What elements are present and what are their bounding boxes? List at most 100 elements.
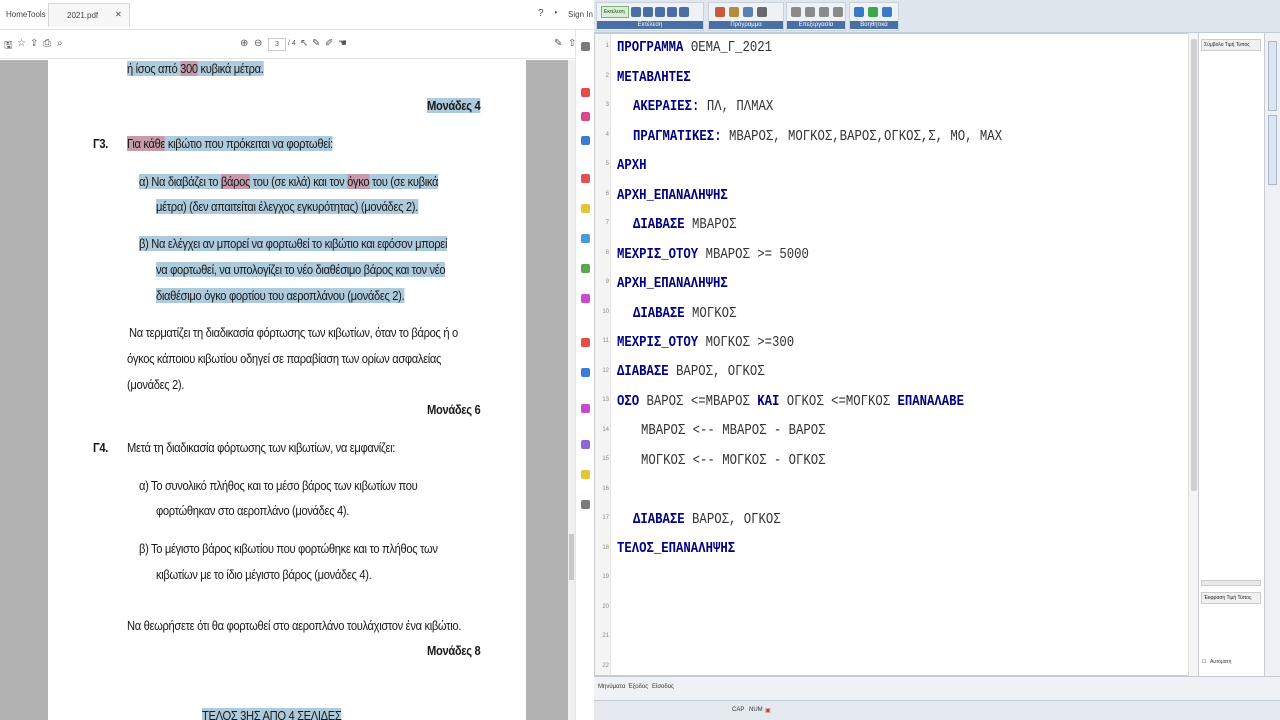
side-tab-watch[interactable] <box>1268 115 1277 185</box>
pause-icon[interactable] <box>643 7 653 17</box>
code-line[interactable]: ΜΕΧΡΙΣ_ΟΤΟΥ ΜΟΓΚΟΣ >=300 <box>617 334 794 351</box>
line-number: 3 <box>605 102 609 108</box>
toolbar-group-label: Πρόγραμμα <box>709 21 783 29</box>
code-line[interactable]: ΑΡΧΗ <box>617 157 647 174</box>
text-line: όγκος κάποιου κιβωτίου οδηγεί σε παραβία… <box>127 351 442 366</box>
code-line[interactable]: ΔΙΑΒΑΣΕ ΜΒΑΡΟΣ <box>633 216 736 233</box>
paste-icon[interactable] <box>819 7 829 17</box>
pdf-scrollbar-thumb[interactable] <box>569 534 574 580</box>
search-icon[interactable] <box>581 42 590 51</box>
zoom-icon[interactable]: ⌕ <box>57 38 63 49</box>
text-line: μέτρα) (δεν απαιτείται έλεγχος εγκυρότητ… <box>156 199 418 214</box>
editor-scrollbar-thumb[interactable] <box>1191 39 1197 491</box>
redact-icon[interactable] <box>581 404 590 413</box>
compress-icon[interactable] <box>581 264 590 273</box>
page-down-icon[interactable]: ⊖ <box>254 38 262 49</box>
undo-icon[interactable] <box>833 7 843 17</box>
marks-6: Μονάδες 6 <box>427 402 481 417</box>
home-tab[interactable]: Home <box>6 10 27 19</box>
print-icon[interactable] <box>757 7 767 17</box>
code-line[interactable]: ΑΡΧΗ_ΕΠΑΝΑΛΗΨΗΣ <box>617 275 728 292</box>
upload-icon[interactable]: ⇪ <box>30 38 38 49</box>
code-line[interactable]: ΜΕΤΑΒΛΗΤΕΣ <box>617 69 691 86</box>
code-line[interactable]: ΔΙΑΒΑΣΕ ΒΑΡΟΣ, ΟΓΚΟΣ <box>633 511 781 528</box>
more-tools-icon[interactable] <box>581 500 590 509</box>
cut-icon[interactable] <box>791 7 801 17</box>
tab-input[interactable]: Είσοδος <box>652 684 674 690</box>
star-icon[interactable]: ☆ <box>17 38 26 49</box>
page-up-icon[interactable]: ⊕ <box>240 38 248 49</box>
text-line: φορτώθηκαν στο αεροπλάνο (μονάδες 4). <box>156 503 350 518</box>
pdf-page: ή ίσος από 300 κυβικά μέτρα. Μονάδες 4 Γ… <box>48 60 526 720</box>
tools-tab[interactable]: Tools <box>27 10 46 19</box>
text-line: ή ίσος από 300 κυβικά μέτρα. <box>127 61 264 76</box>
create-pdf-icon[interactable] <box>581 112 590 121</box>
page-number-input[interactable]: 3 <box>268 38 286 51</box>
step-over-icon[interactable] <box>667 7 677 17</box>
code-line[interactable]: ΑΡΧΗ_ΕΠΑΝΑΛΗΨΗΣ <box>617 187 728 204</box>
line-number: 20 <box>602 603 609 610</box>
fill-sign-icon[interactable] <box>581 338 590 347</box>
code-line[interactable]: ΟΣΟ ΒΑΡΟΣ <=ΜΒΑΡΟΣ ΚΑΙ ΟΓΚΟΣ <=ΜΟΓΚΟΣ ΕΠ… <box>617 393 964 410</box>
code-line[interactable]: ΜΕΧΡΙΣ_ΟΤΟΥ ΜΒΑΡΟΣ >= 5000 <box>617 246 809 263</box>
code-editor[interactable]: 1 2 3 4 5 6 7 8 9 10 11 12 13 14 15 16 17 18 19 20 21 22 ΠΡΟΓ… <box>594 33 1198 676</box>
code-line[interactable]: ΜΒΑΡΟΣ <-- ΜΒΑΡΟΣ - ΒΑΡΟΣ <box>641 422 826 439</box>
pdf-scrollbar[interactable] <box>568 60 575 720</box>
breakpoint-icon[interactable] <box>679 7 689 17</box>
question-g3-label: Γ3. <box>93 136 109 151</box>
copy-icon[interactable] <box>805 7 815 17</box>
toolbar-group-label: Εκτέλεση <box>597 21 703 29</box>
tab-messages[interactable]: Μηνύματα <box>598 684 625 690</box>
edit-icon[interactable]: ✎ <box>554 38 562 49</box>
measure-icon[interactable] <box>581 440 590 449</box>
hand-icon[interactable]: ☚ <box>338 38 347 49</box>
print-icon[interactable]: ⎙ <box>43 38 51 49</box>
code-line[interactable]: ΤΕΛΟΣ_ΕΠΑΝΑΛΗΨΗΣ <box>617 540 735 557</box>
panel-splitter[interactable] <box>1201 580 1261 586</box>
highlight-icon[interactable]: ✐ <box>325 38 333 49</box>
bell-icon[interactable]: ◔ <box>552 8 558 19</box>
code-line[interactable]: ΔΙΑΒΑΣΕ ΒΑΡΟΣ, ΟΓΚΟΣ <box>617 363 765 380</box>
check-icon[interactable] <box>868 7 878 17</box>
close-icon[interactable]: ✕ <box>115 10 122 19</box>
protect-icon[interactable] <box>581 294 590 303</box>
code-line[interactable]: ΠΡΟΓΡΑΜΜΑ ΘΕΜΑ_Γ_2021 <box>617 39 772 56</box>
auto-checkbox[interactable]: ☐ <box>1202 659 1206 665</box>
code-line[interactable]: ΔΙΑΒΑΣΕ ΜΟΓΚΟΣ <box>633 305 736 322</box>
editor-scrollbar[interactable] <box>1188 33 1198 676</box>
export-pdf-icon[interactable] <box>581 88 590 97</box>
edit-pdf-icon[interactable] <box>581 136 590 145</box>
auto-checkbox-label: Αυτόματη <box>1210 659 1232 665</box>
error-icon: ▣ <box>765 708 771 714</box>
code-line[interactable]: ΜΟΓΚΟΣ <-- ΜΟΓΚΟΣ - ΟΓΚΟΣ <box>641 452 826 469</box>
new-icon[interactable] <box>715 7 725 17</box>
comment-icon[interactable] <box>581 204 590 213</box>
prepare-form-icon[interactable] <box>581 368 590 377</box>
combine-icon[interactable] <box>581 174 590 183</box>
run-button[interactable]: Εκτέλεση <box>601 6 629 18</box>
select-icon[interactable]: ↖ <box>300 38 308 49</box>
pen-icon[interactable]: ✎ <box>312 38 320 49</box>
save-icon[interactable]: 🖫 <box>4 38 13 55</box>
text-line: διαθέσιμο όγκο φορτίου του αεροπλάνου (μ… <box>156 288 405 303</box>
tab-output[interactable]: Έξοδος <box>628 684 648 690</box>
stop-icon[interactable] <box>655 7 665 17</box>
screen: Home Tools 2021.pdf ✕ ? ◔ Sign In 🖫 ☆ ⇪ … <box>0 0 1280 720</box>
side-tab-variables[interactable] <box>1268 41 1277 111</box>
code-line[interactable]: ΑΚΕΡΑΙΕΣ: ΠΛ, ΠΛΜΑΧ <box>633 98 773 115</box>
send-icon[interactable] <box>581 470 590 479</box>
save-icon[interactable] <box>743 7 753 17</box>
toolbar-group-label: Επεξεργασία <box>787 21 845 29</box>
line-number: 6 <box>605 190 609 197</box>
pdf-toolbar: 🖫 ☆ ⇪ ⎙ ⌕ ⊕ ⊖ 3 / 4 ↖ ✎ ✐ ☚ ✎ ⇧ <box>0 31 594 59</box>
pdf-right-margin <box>526 60 568 720</box>
help-icon[interactable] <box>882 7 892 17</box>
step-icon[interactable] <box>631 7 641 17</box>
help-icon[interactable]: ? <box>538 8 544 19</box>
organize-icon[interactable] <box>581 234 590 243</box>
sign-in-link[interactable]: Sign In <box>568 10 593 19</box>
refresh-icon[interactable] <box>854 7 864 17</box>
code-line[interactable]: ΠΡΑΓΜΑΤΙΚΕΣ: ΜΒΑΡΟΣ, ΜΟΓΚΟΣ,ΒΑΡΟΣ,ΟΓΚΟΣ,… <box>633 128 1002 145</box>
open-icon[interactable] <box>729 7 739 17</box>
document-tab[interactable]: 2021.pdf ✕ <box>48 3 130 27</box>
